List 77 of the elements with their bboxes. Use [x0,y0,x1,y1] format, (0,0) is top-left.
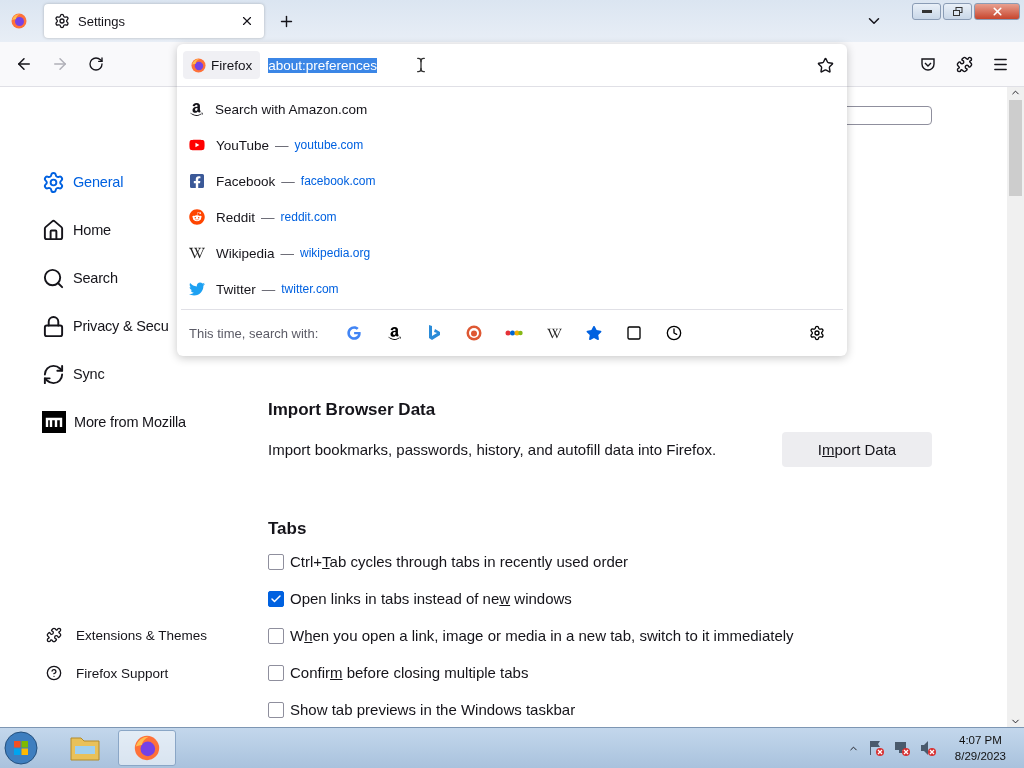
scrollbar-thumb[interactable] [1009,100,1022,196]
check-icon [270,592,282,605]
scrollbar[interactable] [1007,87,1024,727]
checkbox-label: Open links in tabs instead of new windows [290,590,572,607]
import-data-button[interactable]: Import Data [782,432,932,467]
forward-arrow-icon [51,55,69,73]
url-text[interactable]: about:preferences [268,57,378,73]
firefox-logo-icon [11,13,27,29]
pocket-icon[interactable] [920,56,936,72]
folder-icon [69,734,101,762]
browser-tab[interactable]: Settings [44,4,264,38]
star-icon [816,56,834,74]
settings-icon [809,325,825,341]
minimize-icon [921,9,932,14]
checkbox[interactable] [268,590,284,607]
ebay-icon [505,329,524,337]
clock-time: 4:07 PM [959,733,1002,748]
close-icon [990,5,1004,18]
search-icon [42,266,65,290]
puzzle-icon [46,627,62,643]
checkbox-label: Show tab previews in the Windows taskbar [290,701,576,718]
suggestion-item[interactable]: Reddit — reddit.com [177,199,847,235]
reddit-icon [189,209,205,225]
firefox-taskbar-button[interactable] [118,730,176,766]
tab-icon [626,325,643,341]
suggestion-item[interactable]: Search with Amazon.com [177,91,847,127]
play-icon [189,137,205,153]
reload-icon [88,56,104,72]
section-heading: Tabs [268,519,308,539]
checkbox[interactable] [268,664,284,681]
firefox-logo-icon [191,57,206,73]
sidebar-link[interactable]: Extensions & Themes [42,616,250,654]
minimize-button[interactable] [912,3,941,20]
close-button[interactable] [974,3,1020,20]
clock-date: 8/29/2023 [954,749,1006,764]
mozilla-logo-icon [42,411,66,433]
duck-icon [466,325,483,341]
checkbox-label: When you open a link, image or media in a new tab, switch to it immediately [290,627,794,644]
google-icon [347,326,362,340]
import-description: Import bookmarks, passwords, history, and autofill data into Firefox. [268,441,717,458]
suggestion-item[interactable]: Facebook — facebook.com [177,163,847,199]
identity-button[interactable]: Firefox [183,51,261,79]
sidebar-link[interactable]: Firefox Support [42,654,250,692]
section-heading: Import Browser Data [268,400,437,420]
suggestion-item[interactable]: Twitter — twitter.com [177,271,847,307]
suggestion-item[interactable]: Wikipedia — wikipedia.org [177,235,847,271]
speaker-icon[interactable] [918,739,937,757]
bing-icon [428,325,441,341]
amazon-icon [386,325,402,341]
restore-icon [952,6,963,17]
facebook-icon [189,173,205,189]
checkbox[interactable] [268,627,284,644]
checkbox[interactable] [268,553,284,570]
settings-icon [42,170,65,194]
network-icon[interactable] [892,739,911,757]
home-icon [42,218,65,242]
restore-button[interactable] [943,3,972,20]
settings-icon [54,13,70,29]
firefox-logo-icon [134,735,160,761]
suggestion-item[interactable]: YouTube — youtube.com [177,127,847,163]
clock-icon [666,325,683,341]
sync-icon [42,362,65,386]
help-icon [46,665,62,681]
sidebar-item[interactable]: Sync [42,350,250,398]
start-orb-icon[interactable] [4,731,38,765]
close-icon[interactable] [240,14,254,28]
bird-icon [189,281,205,297]
checkbox-label: Confirm before closing multiple tabs [290,664,529,681]
wikipedia-icon [189,245,205,261]
lock-icon [42,314,65,338]
puzzle-icon [955,55,973,73]
sidebar-item[interactable]: More from Mozilla [42,398,250,446]
checkbox[interactable] [268,701,284,718]
checkbox-label: Ctrl+Tab cycles through tabs in recently used order [290,553,629,570]
star-icon [586,325,603,341]
amazon-icon [189,101,204,117]
search-with-label: This time, search with: [189,325,319,341]
